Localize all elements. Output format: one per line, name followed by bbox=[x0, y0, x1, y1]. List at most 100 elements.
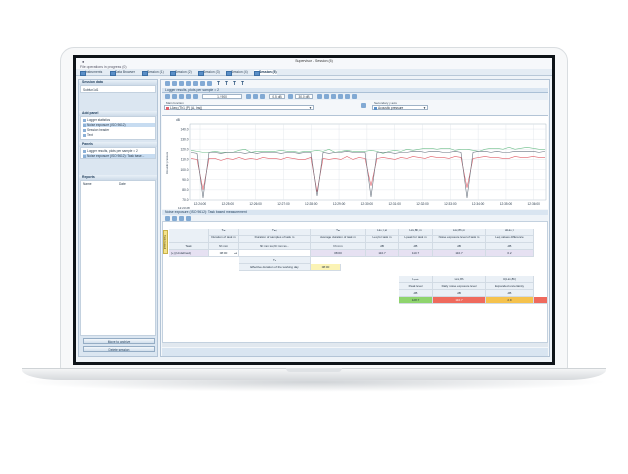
help-icon[interactable] bbox=[352, 94, 357, 99]
uncertainty-value: 2.9 bbox=[486, 297, 534, 304]
first-page-icon[interactable] bbox=[186, 94, 191, 99]
col-unit-5: dB bbox=[433, 243, 486, 250]
task-based-tab[interactable]: Task based bbox=[163, 230, 168, 254]
task-name[interactable]: [+] {Undefined} bbox=[169, 250, 209, 257]
task-leq-difference: 0.2 bbox=[486, 250, 534, 257]
x-tick-label: 12:31:00 bbox=[388, 202, 401, 206]
text-size-reset-icon[interactable]: T bbox=[241, 81, 244, 87]
task-leq: 110.7 bbox=[366, 250, 399, 257]
swap-icon[interactable] bbox=[288, 94, 293, 99]
table-icon bbox=[83, 154, 86, 158]
uncertainty-symbol: U(Lᴇx,8h) bbox=[486, 276, 534, 283]
task-samples-duration[interactable] bbox=[239, 250, 311, 257]
stepper-icon[interactable]: ▴▾ bbox=[234, 250, 237, 256]
y-tick-label: 130.0 bbox=[181, 137, 189, 141]
text-size-icon[interactable]: T bbox=[217, 81, 220, 87]
task-average-duration: 08:00 bbox=[311, 250, 366, 257]
play-icon[interactable] bbox=[165, 94, 170, 99]
delete-session-button[interactable]: Delete session bbox=[83, 346, 155, 352]
x-tick-label: 12:36:00 bbox=[528, 202, 541, 206]
page-field[interactable]: 1 / 900 bbox=[202, 94, 242, 99]
x-tick-label: 12:34:00 bbox=[472, 202, 485, 206]
y-tick-label: 120.0 bbox=[181, 148, 189, 152]
chevron-down-icon: ▼ bbox=[309, 106, 312, 110]
reports-list: Name Date bbox=[80, 180, 156, 336]
zoom-min-field[interactable]: 0.5 dB bbox=[269, 94, 285, 99]
task-duration-input[interactable]: 08:00 ▴▾ bbox=[209, 250, 239, 257]
prev-page-icon[interactable] bbox=[193, 94, 198, 99]
panel-item-noise-exposure[interactable]: Noise exposure (ISO 9612): Task base... bbox=[83, 154, 155, 158]
copy-icon[interactable] bbox=[186, 81, 191, 86]
x-tick-label: 12:32:00 bbox=[416, 202, 429, 206]
y-tick-label: 140.0 bbox=[181, 127, 189, 131]
tab-session-1[interactable]: Session (1) bbox=[142, 70, 164, 76]
recalculate-icon[interactable] bbox=[186, 215, 191, 221]
x-tick-label: 12:29:00 bbox=[333, 202, 346, 206]
sidebar: Session data Subfun1d1 Add panel Logger … bbox=[78, 79, 158, 357]
main-function-select[interactable]: LAeq (Th1 (P) (A, Ins)) ▼ bbox=[164, 105, 314, 110]
effective-duration-value[interactable]: 08:00 bbox=[311, 264, 341, 271]
tab-session-2[interactable]: Session (2) bbox=[170, 70, 192, 76]
zoom-max-field[interactable]: 30.0 dB bbox=[295, 94, 313, 99]
col-label-4: Lpeak for task m bbox=[399, 236, 433, 243]
reports-col-name[interactable]: Name bbox=[83, 182, 92, 186]
tab-instruments[interactable]: Instruments bbox=[80, 70, 102, 76]
main-area: T T T T Logger results, plots per sample… bbox=[160, 79, 550, 357]
logger-chart[interactable]: 140.0 130.0 120.0 110.0 100.0 90.0 80.0 70.0 12:… bbox=[162, 116, 548, 210]
tab-session-3[interactable]: Session (3) bbox=[198, 70, 220, 76]
bottom-bar bbox=[162, 348, 548, 356]
view-mode-4-icon[interactable] bbox=[338, 94, 343, 99]
tab-session-5[interactable]: Session (5) bbox=[254, 70, 277, 76]
view-mode-5-icon[interactable] bbox=[345, 94, 350, 99]
window-title: Supervisor - Session (5) bbox=[295, 59, 333, 63]
laptop-notch bbox=[286, 368, 342, 372]
last-page-icon[interactable] bbox=[253, 94, 258, 99]
logger-icon bbox=[83, 118, 86, 122]
add-panel-item-logger-statistics[interactable]: Logger statistics bbox=[83, 118, 110, 122]
settings-icon[interactable] bbox=[207, 81, 212, 86]
col-unit-6: dB bbox=[486, 243, 534, 250]
axis-settings-icon[interactable] bbox=[361, 103, 366, 108]
zoom-in-icon[interactable] bbox=[193, 81, 198, 86]
add-panel-item-noise-exposure[interactable]: Noise exposure (ISO 9612) bbox=[83, 123, 155, 127]
remove-row-icon[interactable] bbox=[179, 215, 184, 221]
horizontal-scrollbar[interactable] bbox=[162, 343, 548, 347]
col-symbol-4: Lᴇx,8h,m bbox=[399, 229, 433, 236]
col-label-0: Duration of task m bbox=[209, 236, 239, 243]
y-tick-label: 100.0 bbox=[181, 168, 189, 172]
view-mode-3-icon[interactable] bbox=[331, 94, 336, 99]
reports-col-date[interactable]: Date bbox=[119, 182, 126, 186]
panel-item-logger-results[interactable]: Logger results, plots per sample = 2 bbox=[83, 149, 138, 153]
col-unit-1: hh:mm:ss,hh:mm:ss... bbox=[239, 243, 311, 250]
text-size-minus-icon[interactable]: T bbox=[225, 81, 228, 87]
add-panel-item-session-header[interactable]: Session header bbox=[83, 128, 109, 132]
add-panel-icon[interactable] bbox=[165, 81, 170, 86]
y-axis-title: Acoustic pressure bbox=[165, 151, 169, 174]
view-mode-2-icon[interactable] bbox=[324, 94, 329, 99]
app-screen: ● Supervisor - Session (5) File operatio… bbox=[76, 58, 552, 362]
cursor-icon[interactable] bbox=[172, 94, 177, 99]
zoom-out-icon[interactable] bbox=[200, 81, 205, 86]
print-icon[interactable] bbox=[172, 81, 177, 86]
tab-session-4[interactable]: Session (4) bbox=[226, 70, 248, 76]
move-to-archive-button[interactable]: Move to archive bbox=[83, 338, 155, 344]
add-row-icon[interactable] bbox=[172, 215, 177, 221]
secondary-axis-select[interactable]: Acoustic pressure ▼ bbox=[372, 105, 428, 110]
y-unit-label: dB bbox=[176, 118, 180, 122]
view-mode-1-icon[interactable] bbox=[317, 94, 322, 99]
main-toolbar: T T T T bbox=[163, 81, 549, 87]
col-unit-2: hh:mm bbox=[311, 243, 366, 250]
export-icon[interactable] bbox=[179, 81, 184, 86]
zoom-x-icon[interactable] bbox=[260, 94, 265, 99]
next-page-icon[interactable] bbox=[246, 94, 251, 99]
marker-icon[interactable] bbox=[179, 94, 184, 99]
add-panel-item-text[interactable]: Text bbox=[83, 133, 93, 137]
table-corner bbox=[169, 229, 209, 243]
table-settings-icon[interactable] bbox=[165, 215, 170, 221]
uncertainty-unit: dB bbox=[486, 290, 534, 297]
session-data-item[interactable]: Subfun1d1 bbox=[83, 88, 98, 92]
peak-level-value: 128.7 bbox=[399, 297, 433, 304]
text-size-plus-icon[interactable]: T bbox=[233, 81, 236, 87]
chevron-down-icon: ▼ bbox=[423, 106, 426, 110]
tab-data-browser[interactable]: Data Browser bbox=[110, 70, 135, 76]
